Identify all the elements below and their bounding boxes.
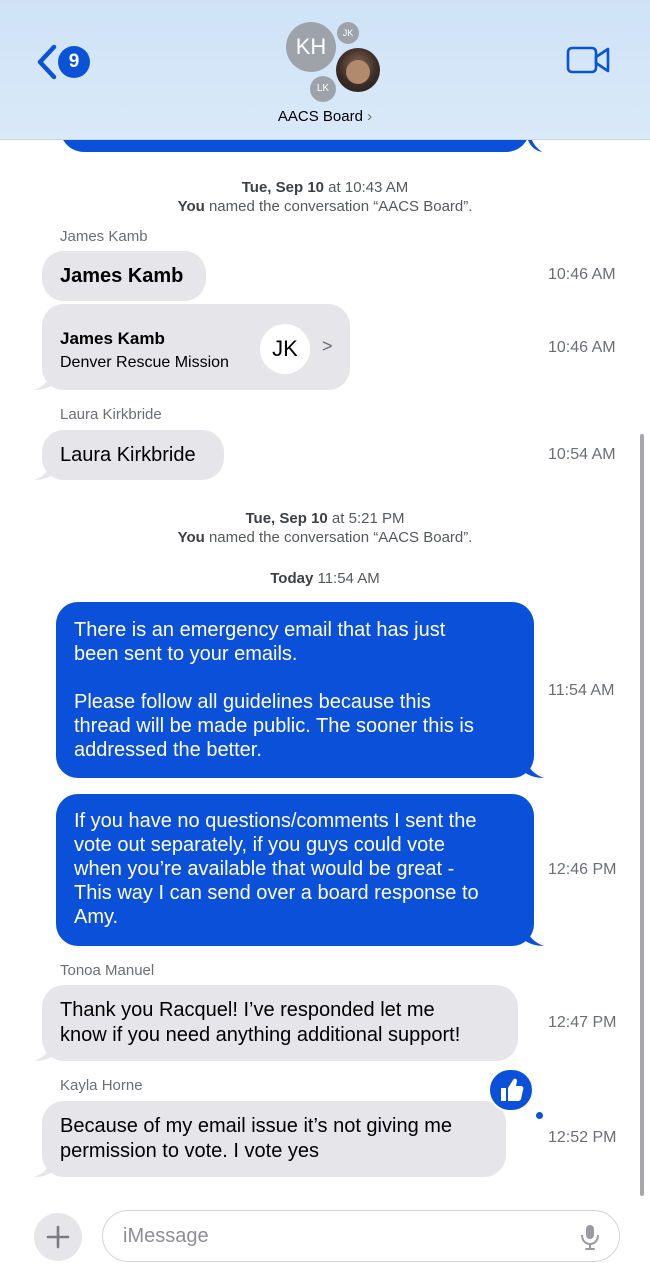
- avatar[interactable]: LK: [310, 76, 336, 102]
- group-name: AACS Board: [277, 108, 363, 125]
- message-text: James Kamb: [60, 265, 184, 287]
- message-bubble[interactable]: Laura Kirkbride: [42, 430, 224, 480]
- system-event: You named the conversation “AACS Board”.: [177, 198, 473, 215]
- contact-organization: Denver Rescue Mission: [60, 354, 229, 371]
- plus-icon: [46, 1225, 70, 1249]
- message-time: 11:54 AM: [548, 682, 615, 699]
- sender-name: James Kamb: [60, 228, 148, 245]
- sender-name: Tonoa Manuel: [60, 962, 155, 979]
- message-text: Thank you Racquel! I’ve responded let me…: [60, 999, 461, 1046]
- bubble-tail: [528, 140, 542, 152]
- chevron-right-icon: >: [322, 336, 333, 356]
- message-text: There is an emergency email that has jus…: [74, 619, 474, 761]
- avatar[interactable]: KH: [286, 22, 336, 72]
- timestamp-divider: Today 11:54 AM: [270, 570, 380, 587]
- message-time: 10:46 AM: [548, 339, 616, 356]
- chevron-right-icon: ›: [367, 108, 373, 125]
- message-text: If you have no questions/comments I sent…: [74, 810, 479, 928]
- message-bubble[interactable]: James Kamb: [42, 251, 206, 301]
- messages-screen: 9 KH JK LK AACS Board › Tue, Sep 10 at 1…: [0, 0, 650, 1263]
- tapback-dot: [535, 1111, 544, 1120]
- tapback-reaction[interactable]: [488, 1068, 534, 1112]
- sender-name: Laura Kirkbride: [60, 406, 162, 423]
- add-attachment-button[interactable]: [34, 1213, 82, 1261]
- message-placeholder: iMessage: [123, 1225, 209, 1247]
- unread-count-badge: 9: [58, 46, 90, 78]
- group-name-button[interactable]: AACS Board ›: [0, 108, 650, 125]
- message-bubble[interactable]: Because of my email issue it’s not givin…: [42, 1101, 506, 1177]
- contact-card[interactable]: James Kamb Denver Rescue Mission JK >: [42, 304, 350, 390]
- timestamp-divider: Tue, Sep 10 at 10:43 AM: [241, 179, 409, 196]
- message-time: 12:46 PM: [548, 861, 617, 878]
- avatar[interactable]: JK: [337, 22, 359, 44]
- chevron-left-icon: [37, 44, 57, 80]
- bubble-tail: [524, 930, 544, 946]
- message-time: 10:54 AM: [548, 446, 616, 463]
- avatar[interactable]: [336, 48, 380, 92]
- message-bubble-outgoing[interactable]: If you have no questions/comments I sent…: [56, 794, 534, 946]
- scrollbar[interactable]: [640, 434, 644, 1196]
- back-button[interactable]: 9: [30, 42, 94, 82]
- conversation-header: 9 KH JK LK AACS Board ›: [0, 0, 650, 140]
- message-bubble[interactable]: Thank you Racquel! I’ve responded let me…: [42, 985, 518, 1061]
- contact-name: James Kamb: [60, 329, 165, 348]
- contact-avatar: JK: [260, 324, 310, 374]
- bubble-tail: [34, 1161, 54, 1177]
- message-bubble-outgoing[interactable]: There is an emergency email that has jus…: [56, 602, 534, 778]
- bubble-tail: [524, 762, 544, 778]
- video-call-icon[interactable]: [566, 44, 612, 76]
- message-text: Laura Kirkbride: [60, 444, 196, 466]
- message-time: 10:46 AM: [548, 266, 616, 283]
- system-event: You named the conversation “AACS Board”.: [177, 529, 473, 546]
- message-input[interactable]: iMessage: [102, 1210, 620, 1262]
- message-text: Because of my email issue it’s not givin…: [60, 1115, 453, 1162]
- timestamp-divider: Tue, Sep 10 at 5:21 PM: [245, 510, 405, 527]
- bubble-tail: [34, 1045, 54, 1061]
- message-time: 12:47 PM: [548, 1014, 617, 1031]
- thumbs-up-icon: [501, 1078, 524, 1101]
- bubble-tail: [34, 374, 54, 390]
- message-time: 12:52 PM: [548, 1129, 617, 1146]
- microphone-icon[interactable]: [579, 1223, 601, 1251]
- sender-name: Kayla Horne: [60, 1077, 143, 1094]
- bubble-tail: [34, 464, 54, 480]
